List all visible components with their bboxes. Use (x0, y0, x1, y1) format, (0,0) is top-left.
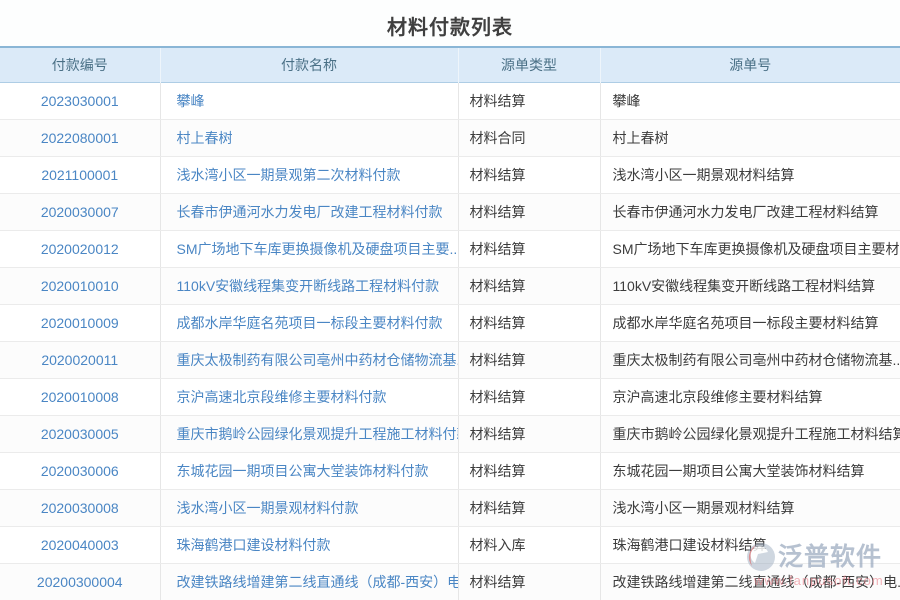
payment-id-link[interactable]: 2020010009 (0, 304, 160, 341)
source-number-text: 重庆太极制药有限公司亳州中药材仓储物流基... (600, 341, 900, 378)
source-type-text: 材料结算 (458, 156, 600, 193)
table-row: 2020030007长春市伊通河水力发电厂改建工程材料付款材料结算长春市伊通河水… (0, 193, 900, 230)
table-row: 2023030001攀峰材料结算攀峰 (0, 82, 900, 119)
source-number-text: SM广场地下车库更换摄像机及硬盘项目主要材... (600, 230, 900, 267)
payment-name-link[interactable]: 攀峰 (160, 82, 458, 119)
payment-id-link[interactable]: 2020030005 (0, 415, 160, 452)
source-type-text: 材料结算 (458, 341, 600, 378)
table-header: 付款编号 付款名称 源单类型 源单号 (0, 47, 900, 82)
table-row: 2020040003珠海鹤港口建设材料付款材料入库珠海鹤港口建设材料结算 (0, 526, 900, 563)
table-row: 2020030008浅水湾小区一期景观材料付款材料结算浅水湾小区一期景观材料结算 (0, 489, 900, 526)
payment-id-link[interactable]: 2020020012 (0, 230, 160, 267)
source-number-text: 攀峰 (600, 82, 900, 119)
source-type-text: 材料结算 (458, 230, 600, 267)
table-body: 2023030001攀峰材料结算攀峰2022080001村上春树材料合同村上春树… (0, 82, 900, 600)
payment-name-link[interactable]: 重庆市鹅岭公园绿化景观提升工程施工材料付款 (160, 415, 458, 452)
payment-name-link[interactable]: 浅水湾小区一期景观材料付款 (160, 489, 458, 526)
source-number-text: 成都水岸华庭名苑项目一标段主要材料结算 (600, 304, 900, 341)
payment-name-link[interactable]: 浅水湾小区一期景观第二次材料付款 (160, 156, 458, 193)
source-type-text: 材料结算 (458, 304, 600, 341)
payment-name-link[interactable]: 成都水岸华庭名苑项目一标段主要材料付款 (160, 304, 458, 341)
source-type-text: 材料结算 (458, 563, 600, 600)
source-number-text: 改建铁路线增建第二线直通线（成都-西安）电... (600, 563, 900, 600)
table-row: 2020020012SM广场地下车库更换摄像机及硬盘项目主要...材料结算SM广… (0, 230, 900, 267)
source-type-text: 材料结算 (458, 378, 600, 415)
payment-id-link[interactable]: 2020030007 (0, 193, 160, 230)
payment-name-link[interactable]: 东城花园一期项目公寓大堂装饰材料付款 (160, 452, 458, 489)
source-type-text: 材料结算 (458, 415, 600, 452)
table-row: 2020020011重庆太极制药有限公司亳州中药材仓储物流基...材料结算重庆太… (0, 341, 900, 378)
payment-id-link[interactable]: 2020040003 (0, 526, 160, 563)
source-type-text: 材料结算 (458, 193, 600, 230)
payment-table: 付款编号 付款名称 源单类型 源单号 2023030001攀峰材料结算攀峰202… (0, 46, 900, 600)
table-row: 2020030005重庆市鹅岭公园绿化景观提升工程施工材料付款材料结算重庆市鹅岭… (0, 415, 900, 452)
source-number-text: 浅水湾小区一期景观材料结算 (600, 156, 900, 193)
payment-id-link[interactable]: 2022080001 (0, 119, 160, 156)
payment-id-link[interactable]: 2020030008 (0, 489, 160, 526)
payment-id-link[interactable]: 2020020011 (0, 341, 160, 378)
payment-id-link[interactable]: 2023030001 (0, 82, 160, 119)
payment-name-link[interactable]: 重庆太极制药有限公司亳州中药材仓储物流基... (160, 341, 458, 378)
table-row: 2020010010110kV安徽线程集变开断线路工程材料付款材料结算110kV… (0, 267, 900, 304)
source-number-text: 东城花园一期项目公寓大堂装饰材料结算 (600, 452, 900, 489)
table-row: 2020010009成都水岸华庭名苑项目一标段主要材料付款材料结算成都水岸华庭名… (0, 304, 900, 341)
payment-id-link[interactable]: 2020030006 (0, 452, 160, 489)
table-row: 2021100001浅水湾小区一期景观第二次材料付款材料结算浅水湾小区一期景观材… (0, 156, 900, 193)
source-type-text: 材料结算 (458, 489, 600, 526)
payment-name-link[interactable]: 京沪高速北京段维修主要材料付款 (160, 378, 458, 415)
table-row: 20200300004改建铁路线增建第二线直通线（成都-西安）电...材料结算改… (0, 563, 900, 600)
table-row: 2022080001村上春树材料合同村上春树 (0, 119, 900, 156)
payment-name-link[interactable]: 改建铁路线增建第二线直通线（成都-西安）电... (160, 563, 458, 600)
source-type-text: 材料合同 (458, 119, 600, 156)
payment-name-link[interactable]: 村上春树 (160, 119, 458, 156)
source-number-text: 珠海鹤港口建设材料结算 (600, 526, 900, 563)
payment-name-link[interactable]: 珠海鹤港口建设材料付款 (160, 526, 458, 563)
payment-name-link[interactable]: 长春市伊通河水力发电厂改建工程材料付款 (160, 193, 458, 230)
table-row: 2020010008京沪高速北京段维修主要材料付款材料结算京沪高速北京段维修主要… (0, 378, 900, 415)
column-header-payment-name: 付款名称 (160, 47, 458, 82)
payment-id-link[interactable]: 2020010008 (0, 378, 160, 415)
payment-id-link[interactable]: 2020010010 (0, 267, 160, 304)
payment-id-link[interactable]: 20200300004 (0, 563, 160, 600)
source-number-text: 京沪高速北京段维修主要材料结算 (600, 378, 900, 415)
payment-id-link[interactable]: 2021100001 (0, 156, 160, 193)
table-row: 2020030006东城花园一期项目公寓大堂装饰材料付款材料结算东城花园一期项目… (0, 452, 900, 489)
source-number-text: 重庆市鹅岭公园绿化景观提升工程施工材料结算 (600, 415, 900, 452)
column-header-source-number: 源单号 (600, 47, 900, 82)
source-number-text: 长春市伊通河水力发电厂改建工程材料结算 (600, 193, 900, 230)
source-number-text: 村上春树 (600, 119, 900, 156)
payment-name-link[interactable]: SM广场地下车库更换摄像机及硬盘项目主要... (160, 230, 458, 267)
source-number-text: 110kV安徽线程集变开断线路工程材料结算 (600, 267, 900, 304)
source-type-text: 材料入库 (458, 526, 600, 563)
payment-name-link[interactable]: 110kV安徽线程集变开断线路工程材料付款 (160, 267, 458, 304)
page-title: 材料付款列表 (0, 0, 900, 46)
source-type-text: 材料结算 (458, 82, 600, 119)
material-payment-page: 材料付款列表 付款编号 付款名称 源单类型 源单号 2023030001攀峰材料… (0, 0, 900, 600)
source-type-text: 材料结算 (458, 267, 600, 304)
column-header-payment-id: 付款编号 (0, 47, 160, 82)
source-type-text: 材料结算 (458, 452, 600, 489)
column-header-source-type: 源单类型 (458, 47, 600, 82)
source-number-text: 浅水湾小区一期景观材料结算 (600, 489, 900, 526)
